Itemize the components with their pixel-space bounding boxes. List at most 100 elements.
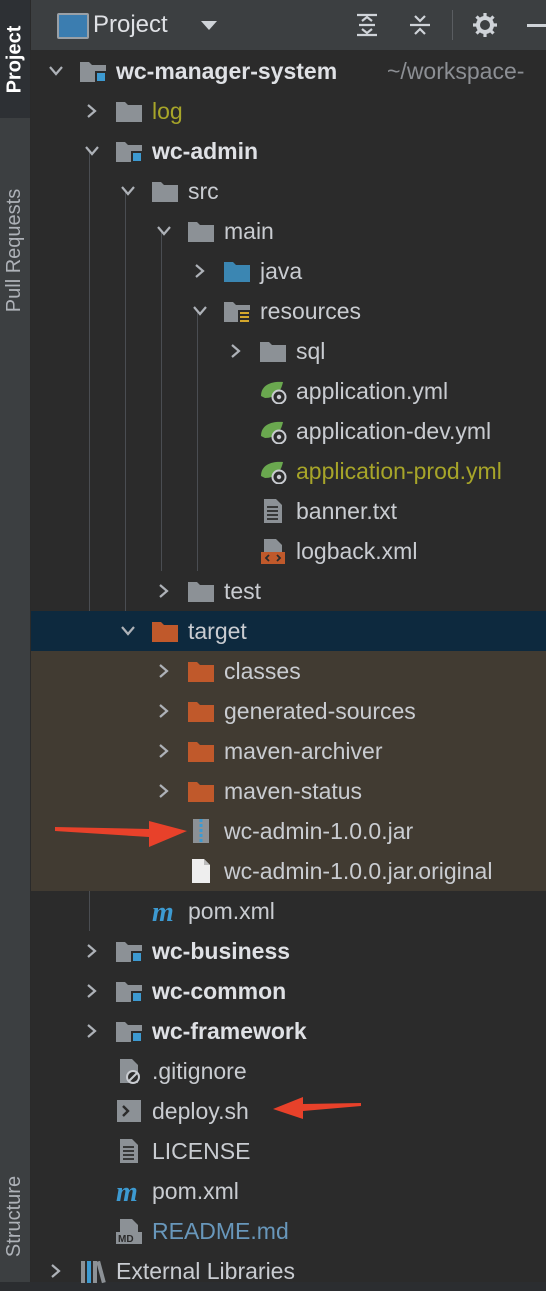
tool-tab-structure-label: Structure <box>3 1175 26 1257</box>
tree-item-label: wc-business <box>152 938 291 964</box>
chevron-down-icon[interactable] <box>191 302 209 320</box>
chevron-right-icon[interactable] <box>155 782 173 800</box>
project-panel-header: Project <box>31 0 546 51</box>
tree-row[interactable]: wc-common <box>31 971 546 1011</box>
tree-row[interactable]: src <box>31 171 546 211</box>
maven-icon: m <box>115 1177 143 1208</box>
tree-row[interactable]: m pom.xml <box>31 1171 546 1211</box>
root-project-path: ~/workspace- <box>387 58 525 84</box>
tree-row[interactable]: classes <box>31 651 546 691</box>
tree-row[interactable]: application.yml <box>31 371 546 411</box>
chevron-down-icon[interactable] <box>47 62 65 80</box>
tree-item-label: wc-admin-1.0.0.jar.original <box>224 858 493 884</box>
tree-row[interactable]: log <box>31 91 546 131</box>
tree-row[interactable]: wc-admin <box>31 131 546 171</box>
tree-row[interactable]: logback.xml <box>31 531 546 571</box>
chevron-right-icon[interactable] <box>227 342 245 360</box>
tree-item-label: wc-framework <box>152 1018 307 1044</box>
chevron-right-icon[interactable] <box>83 982 101 1000</box>
ignored-file-icon <box>115 1058 143 1084</box>
tree-row[interactable]: maven-status <box>31 771 546 811</box>
tree-row[interactable]: application-dev.yml <box>31 411 546 451</box>
excluded-folder-icon <box>187 698 215 724</box>
tree-row[interactable]: External Libraries <box>31 1251 546 1291</box>
tree-row[interactable]: sql <box>31 331 546 371</box>
gear-icon[interactable] <box>472 12 498 38</box>
root-project-name: wc-manager-system <box>116 58 338 84</box>
tree-row[interactable]: MD README.md <box>31 1211 546 1251</box>
tree-item-label: maven-status <box>224 778 363 804</box>
tree-item-label: java <box>260 258 303 284</box>
tree-row[interactable]: target <box>31 611 546 651</box>
tool-tab-structure[interactable]: Structure <box>0 1150 30 1282</box>
tree-item-label: classes <box>224 658 301 684</box>
spring-config-icon <box>259 418 287 445</box>
tree-item-label: log <box>152 98 183 124</box>
chevron-down-icon[interactable] <box>201 21 217 30</box>
chevron-right-icon[interactable] <box>83 1022 101 1040</box>
expand-all-icon[interactable] <box>354 12 380 38</box>
tree-item-label: logback.xml <box>296 538 418 564</box>
tree-row[interactable]: test <box>31 571 546 611</box>
tree-row[interactable]: .gitignore <box>31 1051 546 1091</box>
chevron-down-icon[interactable] <box>83 142 101 160</box>
annotation-arrow-deploy <box>271 1091 371 1126</box>
tree-item-label: wc-admin <box>152 138 259 164</box>
tree-item-label: sql <box>296 338 326 364</box>
tool-tab-pull-requests[interactable]: Pull Requests <box>0 150 30 350</box>
module-folder-icon <box>115 1018 143 1044</box>
chevron-right-icon[interactable] <box>83 942 101 960</box>
chevron-down-icon[interactable] <box>155 222 173 240</box>
text-file-icon <box>259 498 287 524</box>
spring-config-icon <box>259 378 287 405</box>
excluded-folder-icon <box>151 618 179 644</box>
chevron-down-icon[interactable] <box>119 622 137 640</box>
chevron-down-icon[interactable] <box>119 182 137 200</box>
markdown-file-icon: MD <box>115 1218 143 1245</box>
tool-tab-project[interactable]: Project <box>0 0 30 118</box>
chevron-right-icon[interactable] <box>155 702 173 720</box>
tree-row[interactable]: wc-business <box>31 931 546 971</box>
tree-item-label: test <box>224 578 262 604</box>
collapse-all-icon[interactable] <box>407 12 433 38</box>
tree-row[interactable]: wc-admin-1.0.0.jar.original <box>31 851 546 891</box>
tree-item-label: pom.xml <box>152 1178 239 1204</box>
chevron-right-icon[interactable] <box>155 662 173 680</box>
tree-item-label: application.yml <box>296 378 449 404</box>
tree-item-label: maven-archiver <box>224 738 383 764</box>
chevron-right-icon[interactable] <box>83 102 101 120</box>
tree-row[interactable]: maven-archiver <box>31 731 546 771</box>
tree-row[interactable]: resources <box>31 291 546 331</box>
svg-text:m: m <box>152 898 174 924</box>
module-folder-icon <box>115 938 143 964</box>
chevron-right-icon[interactable] <box>155 742 173 760</box>
tree-item-label: wc-admin-1.0.0.jar <box>224 818 414 844</box>
tree-row[interactable]: m pom.xml <box>31 891 546 931</box>
tree-item-label: LICENSE <box>152 1138 251 1164</box>
tree-row-root[interactable]: wc-manager-system ~/workspace- <box>31 51 546 91</box>
folder-icon <box>259 338 287 364</box>
tree-row[interactable]: generated-sources <box>31 691 546 731</box>
tree-row[interactable]: wc-framework <box>31 1011 546 1051</box>
minimize-icon[interactable] <box>527 24 546 27</box>
project-view-icon <box>57 13 89 39</box>
xml-file-icon <box>259 538 287 564</box>
project-view-title[interactable]: Project <box>93 11 168 39</box>
tree-row[interactable]: java <box>31 251 546 291</box>
chevron-right-icon[interactable] <box>191 262 209 280</box>
tree-item-label: resources <box>260 298 361 324</box>
file-icon <box>187 858 215 884</box>
chevron-right-icon[interactable] <box>47 1262 65 1280</box>
tree-item-label: generated-sources <box>224 698 416 724</box>
folder-icon <box>151 178 179 204</box>
tree-row[interactable]: LICENSE <box>31 1131 546 1171</box>
tree-item-label: deploy.sh <box>152 1098 249 1124</box>
text-file-icon <box>115 1138 143 1164</box>
folder-icon <box>187 578 215 604</box>
chevron-right-icon[interactable] <box>155 582 173 600</box>
shell-script-icon <box>115 1098 143 1124</box>
tree-row[interactable]: main <box>31 211 546 251</box>
tree-row[interactable]: application-prod.yml <box>31 451 546 491</box>
tree-item-label: External Libraries <box>116 1258 295 1284</box>
tree-row[interactable]: banner.txt <box>31 491 546 531</box>
